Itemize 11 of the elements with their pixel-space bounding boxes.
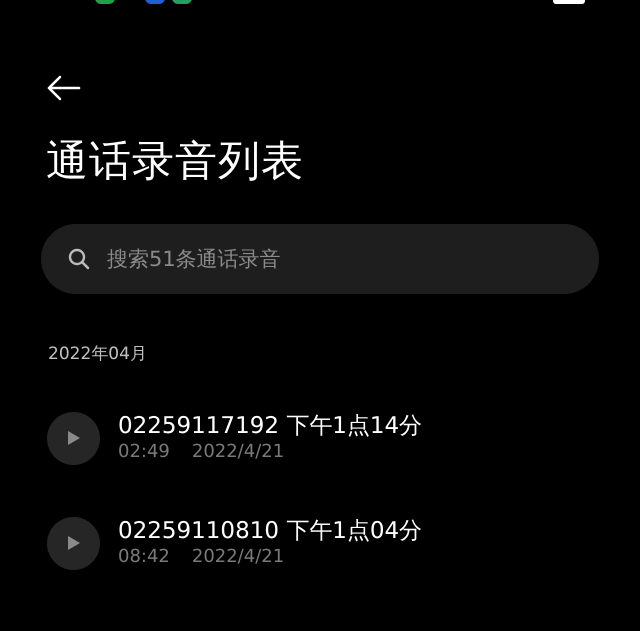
- recording-title: 02259110810 下午1点04分: [118, 518, 422, 546]
- recording-title: 02259117192 下午1点14分: [118, 412, 422, 440]
- section-header: 2022年04月: [48, 343, 148, 366]
- recording-duration: 02:49: [118, 440, 170, 464]
- play-icon: [66, 430, 80, 446]
- page-title: 通话录音列表: [46, 138, 305, 184]
- search-field[interactable]: 搜索51条通话录音: [41, 224, 599, 294]
- recording-duration: 08:42: [118, 545, 170, 569]
- recording-date: 2022/4/21: [192, 440, 284, 464]
- recording-date: 2022/4/21: [192, 545, 284, 569]
- play-icon: [66, 535, 80, 552]
